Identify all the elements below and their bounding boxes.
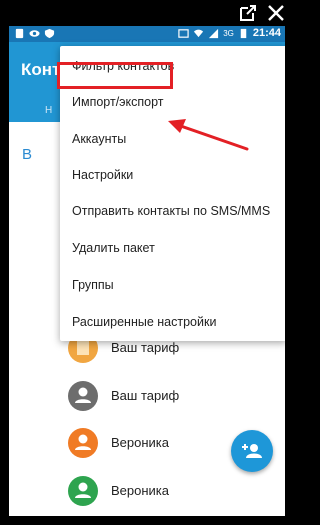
menu-item-label: Удалить пакет: [72, 241, 155, 255]
contact-name: Ваш тариф: [111, 340, 180, 355]
shield-icon: [44, 28, 55, 39]
menu-item-label: Настройки: [72, 168, 134, 182]
contact-name: Ваш тариф: [111, 388, 180, 403]
highlight-box: [57, 62, 173, 89]
cast-icon: [178, 28, 189, 38]
person-icon: [75, 434, 91, 450]
battery-icon: [240, 28, 247, 38]
menu-item-accounts[interactable]: Аккаунты: [60, 121, 285, 157]
menu-item-label: Импорт/экспорт: [72, 95, 164, 109]
contact-row[interactable]: Ваш тариф: [9, 371, 285, 421]
close-icon[interactable]: [266, 3, 286, 23]
status-bar: 3G 21:44: [9, 26, 285, 42]
menu-item-delete-package[interactable]: Удалить пакет: [60, 230, 285, 266]
avatar: [68, 381, 98, 411]
person-icon: [75, 387, 91, 403]
section-header: В: [22, 146, 33, 163]
clock: 21:44: [252, 27, 281, 39]
menu-item-groups[interactable]: Группы: [60, 267, 285, 303]
menu-item-import-export[interactable]: Импорт/экспорт: [60, 84, 285, 120]
phone-screen: 3G 21:44 Контакты Н В Ваш тариф Ваш тари…: [9, 26, 285, 516]
sim-icon: [15, 28, 24, 39]
contact-name: Вероника: [111, 435, 170, 450]
avatar: [68, 476, 98, 506]
add-contact-button[interactable]: [231, 430, 273, 472]
open-external-icon[interactable]: [238, 3, 258, 23]
menu-item-label: Группы: [72, 278, 114, 292]
menu-item-send-contacts[interactable]: Отправить контакты по SMS/MMS: [60, 193, 285, 229]
menu-item-label: Аккаунты: [72, 132, 127, 146]
eye-icon: [29, 30, 40, 37]
menu-item-settings[interactable]: Настройки: [60, 157, 285, 193]
network-type: 3G: [223, 28, 234, 38]
menu-item-label: Отправить контакты по SMS/MMS: [72, 204, 271, 218]
window-controls: [0, 0, 294, 26]
signal-icon: [209, 28, 219, 38]
avatar: [68, 428, 98, 458]
contact-name: Вероника: [111, 483, 170, 498]
add-person-icon: [242, 444, 262, 458]
tab-label[interactable]: Н: [45, 105, 52, 116]
contact-row[interactable]: Вероника: [9, 466, 285, 516]
person-icon: [75, 482, 91, 498]
app-frame: 3G 21:44 Контакты Н В Ваш тариф Ваш тари…: [0, 0, 294, 525]
wifi-icon: [194, 29, 204, 37]
menu-item-advanced-settings[interactable]: Расширенные настройки: [60, 304, 285, 340]
menu-item-label: Расширенные настройки: [72, 315, 217, 329]
overflow-menu: Фильтр контактов Импорт/экспорт Аккаунты…: [60, 46, 285, 341]
